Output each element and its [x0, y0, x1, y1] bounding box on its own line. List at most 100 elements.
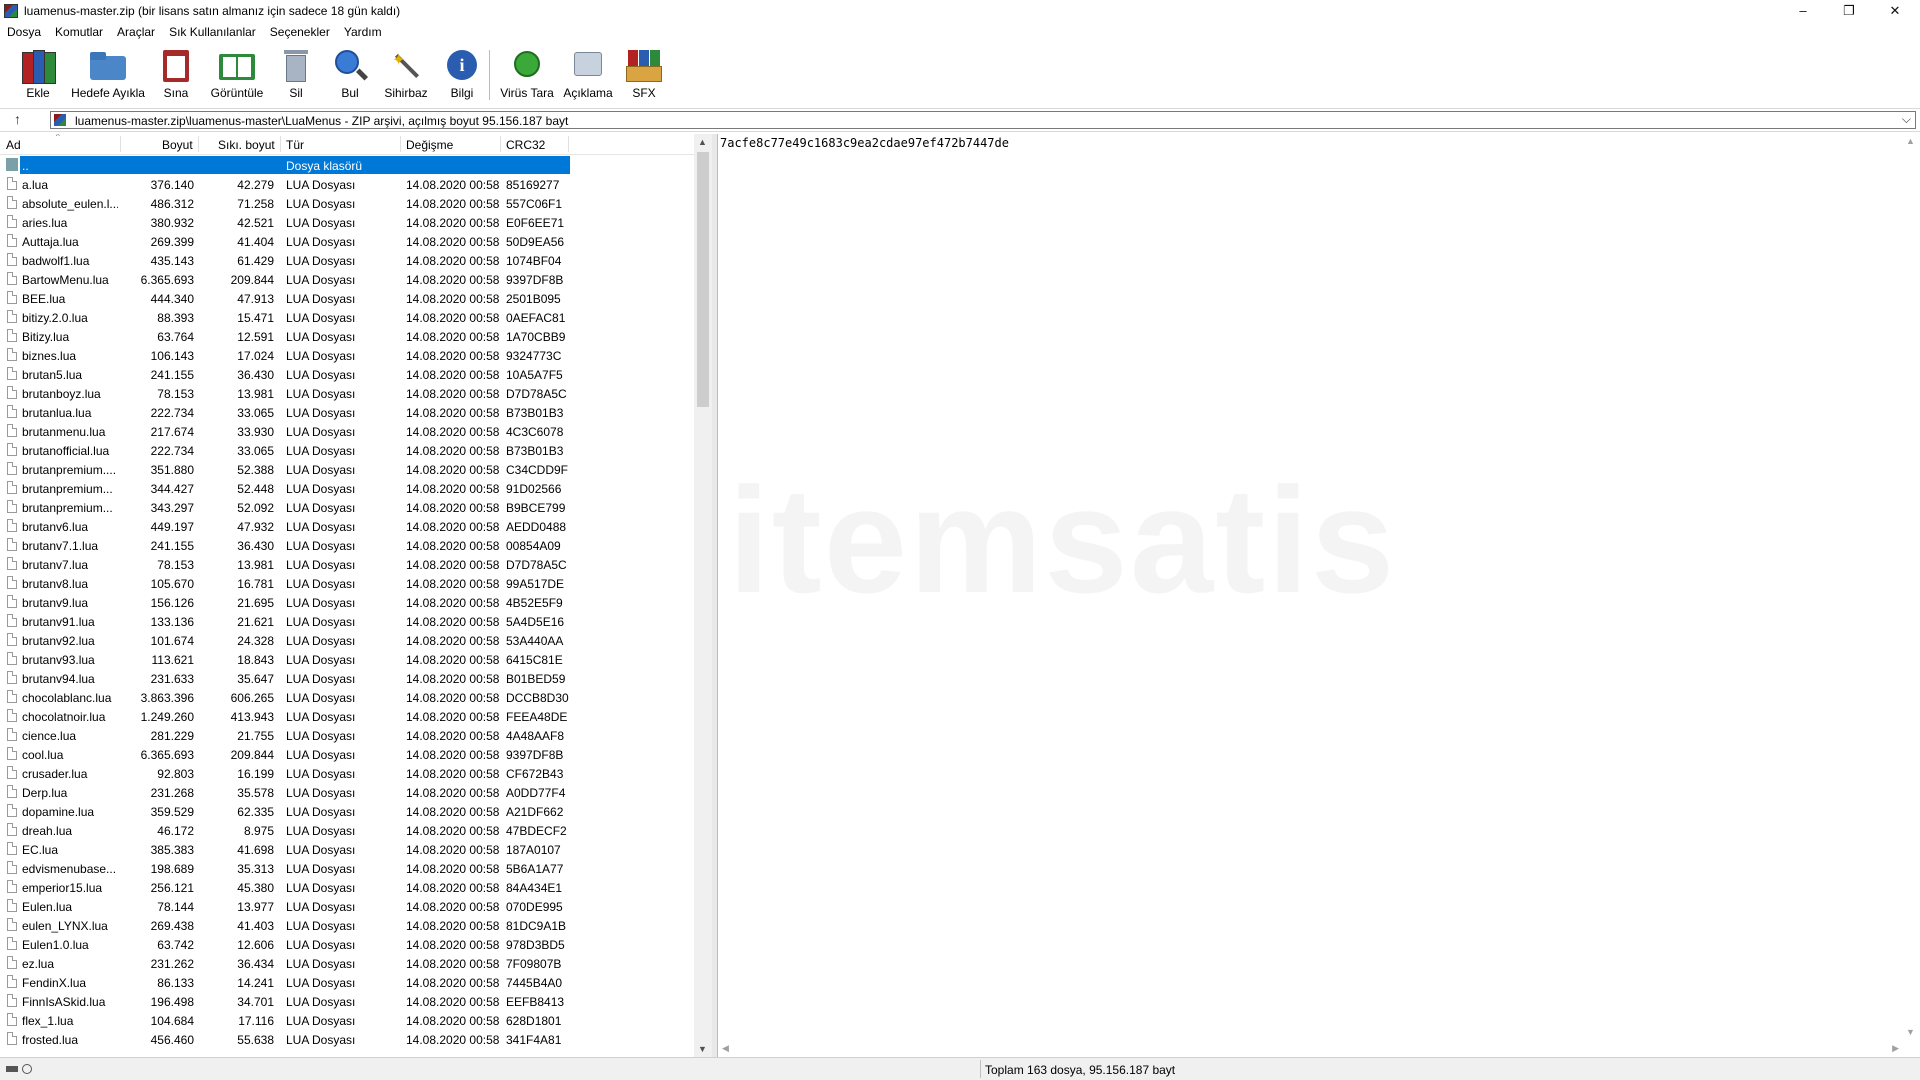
- table-row[interactable]: Derp.lua 231.268 35.578 LUA Dosyası 14.08.20…: [0, 783, 700, 802]
- sfx-button[interactable]: SFX: [626, 48, 662, 100]
- file-packed-size: 41.404: [237, 235, 274, 249]
- chevron-down-icon[interactable]: ⌵: [1902, 112, 1911, 127]
- parent-folder-row[interactable]: .. Dosya klasörü: [0, 156, 700, 175]
- table-row[interactable]: cience.lua 281.229 21.755 LUA Dosyası 14.08.…: [0, 726, 700, 745]
- path-field[interactable]: luamenus-master.zip\luamenus-master\LuaM…: [50, 111, 1916, 129]
- table-row[interactable]: Eulen.lua 78.144 13.977 LUA Dosyası 14.08.20…: [0, 897, 700, 916]
- menu-araclar[interactable]: Araçlar: [110, 22, 162, 39]
- table-row[interactable]: cool.lua 6.365.693 209.844 LUA Dosyası 14.08…: [0, 745, 700, 764]
- viewer-scroll-up-icon[interactable]: ▲: [1906, 136, 1915, 146]
- drive-icon[interactable]: [6, 1064, 36, 1074]
- menu-komutlar[interactable]: Komutlar: [48, 22, 110, 39]
- file-crc: 978D3BD5: [506, 938, 565, 952]
- table-row[interactable]: FendinX.lua 86.133 14.241 LUA Dosyası 14.08.…: [0, 973, 700, 992]
- table-row[interactable]: absolute_eulen.l... 486.312 71.258 LUA Dosy…: [0, 194, 700, 213]
- table-row[interactable]: brutanmenu.lua 217.674 33.930 LUA Dosyası 14…: [0, 422, 700, 441]
- file-size: 222.734: [150, 406, 194, 420]
- extract-to-button[interactable]: Hedefe Ayıkla: [70, 48, 146, 100]
- table-row[interactable]: Bitizy.lua 63.764 12.591 LUA Dosyası 14.08.2…: [0, 327, 700, 346]
- viewer-horizontal-scrollbar[interactable]: ◀ ▶: [718, 1041, 1903, 1057]
- column-size[interactable]: Boyut: [162, 138, 193, 152]
- comment-button[interactable]: Açıklama: [562, 48, 614, 100]
- table-row[interactable]: brutanpremium... 343.297 52.092 LUA Dosyası…: [0, 498, 700, 517]
- scroll-down-arrow-icon[interactable]: ▼: [698, 1044, 707, 1054]
- table-row[interactable]: brutanv7.1.lua 241.155 36.430 LUA Dosyası 14…: [0, 536, 700, 555]
- column-packed[interactable]: Sıkı. boyut: [218, 138, 275, 152]
- file-type: LUA Dosyası: [286, 501, 356, 515]
- table-row[interactable]: badwolf1.lua 435.143 61.429 LUA Dosyası 14.0…: [0, 251, 700, 270]
- table-row[interactable]: chocolablanc.lua 3.863.396 606.265 LUA Dosy…: [0, 688, 700, 707]
- table-row[interactable]: edvismenubase... 198.689 35.313 LUA Dosyası…: [0, 859, 700, 878]
- info-button[interactable]: i Bilgi: [444, 48, 480, 100]
- menu-yardim[interactable]: Yardım: [337, 22, 389, 39]
- table-row[interactable]: brutanv8.lua 105.670 16.781 LUA Dosyası 14.0…: [0, 574, 700, 593]
- table-row[interactable]: emperior15.lua 256.121 45.380 LUA Dosyası 14…: [0, 878, 700, 897]
- table-row[interactable]: EC.lua 385.383 41.698 LUA Dosyası 14.08.2020…: [0, 840, 700, 859]
- table-row[interactable]: aries.lua 380.932 42.521 LUA Dosyası 14.08.2…: [0, 213, 700, 232]
- table-row[interactable]: brutanboyz.lua 78.153 13.981 LUA Dosyası 14.…: [0, 384, 700, 403]
- menu-sik-kullanilanlar[interactable]: Sık Kullanılanlar: [162, 22, 263, 39]
- delete-button[interactable]: Sil: [278, 48, 314, 100]
- restore-button[interactable]: ❐: [1826, 0, 1872, 22]
- table-row[interactable]: brutanlua.lua 222.734 33.065 LUA Dosyası 14.…: [0, 403, 700, 422]
- table-row[interactable]: brutanv91.lua 133.136 21.621 LUA Dosyası 14.…: [0, 612, 700, 631]
- virus-scan-button[interactable]: Virüs Tara: [500, 48, 554, 100]
- viewer-vertical-scrollbar[interactable]: ▲ ▼: [1904, 134, 1918, 1039]
- viewer-scroll-down-icon[interactable]: ▼: [1906, 1027, 1915, 1037]
- table-row[interactable]: eulen_LYNX.lua 269.438 41.403 LUA Dosyası 14…: [0, 916, 700, 935]
- table-row[interactable]: Eulen1.0.lua 63.742 12.606 LUA Dosyası 14.08…: [0, 935, 700, 954]
- table-row[interactable]: dreah.lua 46.172 8.975 LUA Dosyası 14.08.202…: [0, 821, 700, 840]
- file-name: brutanpremium...: [22, 482, 113, 496]
- viewer-scroll-left-icon[interactable]: ◀: [722, 1043, 729, 1054]
- table-row[interactable]: biznes.lua 106.143 17.024 LUA Dosyası 14.08.…: [0, 346, 700, 365]
- find-button[interactable]: Bul: [332, 48, 369, 100]
- table-row[interactable]: bitizy.2.0.lua 88.393 15.471 LUA Dosyası 14.…: [0, 308, 700, 327]
- view-button[interactable]: Görüntüle: [208, 48, 266, 100]
- menu-dosya[interactable]: Dosya: [0, 22, 48, 39]
- up-arrow-icon[interactable]: ↑: [14, 111, 21, 127]
- table-row[interactable]: brutanv9.lua 156.126 21.695 LUA Dosyası 14.0…: [0, 593, 700, 612]
- wizard-label: Sihirbaz: [384, 86, 428, 100]
- file-packed-size: 18.843: [237, 653, 274, 667]
- table-row[interactable]: crusader.lua 92.803 16.199 LUA Dosyası 14.08…: [0, 764, 700, 783]
- file-packed-size: 21.695: [237, 596, 274, 610]
- test-button[interactable]: Sına: [158, 48, 194, 100]
- close-button[interactable]: ✕: [1872, 0, 1918, 22]
- menu-secenekler[interactable]: Seçenekler: [263, 22, 337, 39]
- table-row[interactable]: ez.lua 231.262 36.434 LUA Dosyası 14.08.2020…: [0, 954, 700, 973]
- viewer-scroll-right-icon[interactable]: ▶: [1892, 1043, 1899, 1054]
- table-row[interactable]: brutanv94.lua 231.633 35.647 LUA Dosyası 14.…: [0, 669, 700, 688]
- column-name[interactable]: Ad: [6, 138, 21, 152]
- table-row[interactable]: FinnIsASkid.lua 196.498 34.701 LUA Dosyası 1…: [0, 992, 700, 1011]
- table-row[interactable]: brutan5.lua 241.155 36.430 LUA Dosyası 14.08…: [0, 365, 700, 384]
- minimize-button[interactable]: –: [1780, 0, 1826, 22]
- column-modified[interactable]: Değişme: [406, 138, 453, 152]
- file-crc: 5A4D5E16: [506, 615, 565, 629]
- table-row[interactable]: brutanv6.lua 449.197 47.932 LUA Dosyası 14.0…: [0, 517, 700, 536]
- wizard-button[interactable]: ✦ Sihirbaz: [382, 48, 430, 100]
- scroll-thumb[interactable]: [697, 152, 709, 407]
- table-row[interactable]: brutanpremium.... 351.880 52.388 LUA Dosyas…: [0, 460, 700, 479]
- table-row[interactable]: frosted.lua 456.460 55.638 LUA Dosyası 14.08…: [0, 1030, 700, 1049]
- table-row[interactable]: dopamine.lua 359.529 62.335 LUA Dosyası 14.0…: [0, 802, 700, 821]
- file-modified: 14.08.2020 00:58: [406, 900, 500, 914]
- add-button[interactable]: Ekle: [18, 48, 58, 100]
- table-row[interactable]: Auttaja.lua 269.399 41.404 LUA Dosyası 14.08…: [0, 232, 700, 251]
- table-row[interactable]: flex_1.lua 104.684 17.116 LUA Dosyası 14.08.…: [0, 1011, 700, 1030]
- table-row[interactable]: brutanv92.lua 101.674 24.328 LUA Dosyası 14.…: [0, 631, 700, 650]
- table-row[interactable]: brutanv93.lua 113.621 18.843 LUA Dosyası 14.…: [0, 650, 700, 669]
- file-name: crusader.lua: [22, 767, 88, 781]
- table-row[interactable]: chocolatnoir.lua 1.249.260 413.943 LUA Dosy…: [0, 707, 700, 726]
- table-row[interactable]: a.lua 376.140 42.279 LUA Dosyası 14.08.2020 …: [0, 175, 700, 194]
- table-row[interactable]: BartowMenu.lua 6.365.693 209.844 LUA Dosyas…: [0, 270, 700, 289]
- table-row[interactable]: brutanofficial.lua 222.734 33.065 LUA Dosya…: [0, 441, 700, 460]
- file-crc: 50D9EA56: [506, 235, 565, 249]
- file-crc: 00854A09: [506, 539, 561, 553]
- table-row[interactable]: brutanpremium... 344.427 52.448 LUA Dosyası…: [0, 479, 700, 498]
- table-row[interactable]: BEE.lua 444.340 47.913 LUA Dosyası 14.08.202…: [0, 289, 700, 308]
- table-row[interactable]: brutanv7.lua 78.153 13.981 LUA Dosyası 14.08…: [0, 555, 700, 574]
- file-list-scrollbar[interactable]: ▲ ▼: [694, 134, 712, 1057]
- scroll-up-arrow-icon[interactable]: ▲: [698, 137, 707, 147]
- column-type[interactable]: Tür: [286, 138, 304, 152]
- column-crc[interactable]: CRC32: [506, 138, 545, 152]
